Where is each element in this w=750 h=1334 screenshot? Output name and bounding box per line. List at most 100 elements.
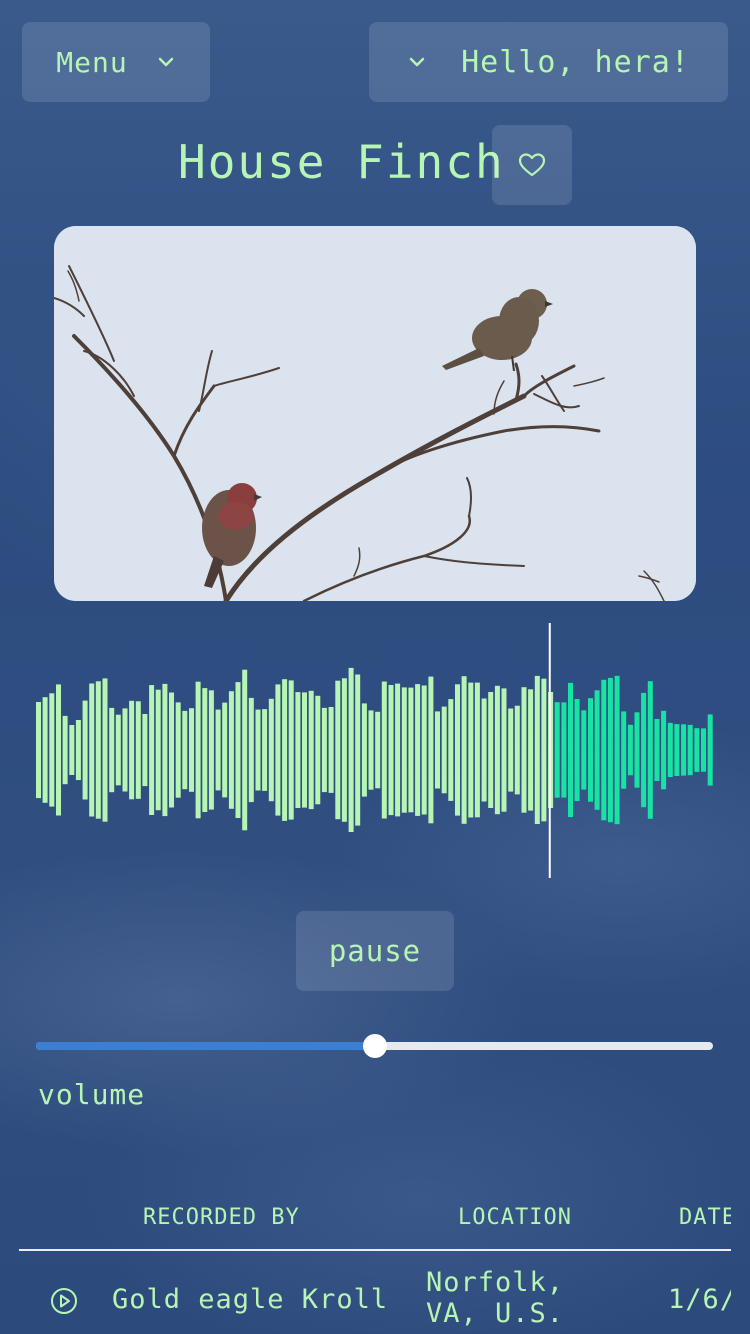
waveform-bar bbox=[474, 682, 480, 818]
waveform-bar bbox=[481, 698, 487, 802]
pause-label: pause bbox=[328, 934, 422, 968]
waveform-bar bbox=[102, 678, 108, 822]
waveform-bar bbox=[435, 711, 440, 789]
waveform-bar bbox=[647, 681, 653, 819]
recordings-table: RECORDED BY LOCATION DATE Gold eagle Kro… bbox=[19, 1205, 731, 1334]
waveform-bar bbox=[694, 728, 700, 772]
waveform-bar bbox=[202, 688, 208, 812]
waveform-bar bbox=[501, 688, 507, 812]
waveform-bar bbox=[654, 719, 660, 781]
volume-label: volume bbox=[38, 1078, 146, 1111]
waveform-bar bbox=[687, 724, 693, 776]
waveform-bar bbox=[401, 687, 407, 813]
heart-icon bbox=[518, 153, 546, 177]
waveform-bar bbox=[109, 707, 115, 793]
waveform-bar bbox=[514, 705, 520, 795]
volume-slider-fill bbox=[36, 1042, 375, 1050]
waveform-bar bbox=[288, 680, 294, 820]
column-header-recorded-by: RECORDED BY bbox=[143, 1205, 300, 1230]
favorite-button[interactable] bbox=[492, 125, 572, 205]
waveform-bar bbox=[195, 681, 201, 819]
waveform-bar bbox=[601, 679, 607, 821]
play-circle-icon[interactable] bbox=[50, 1287, 78, 1315]
waveform-bar bbox=[321, 707, 327, 793]
waveform-bar bbox=[62, 715, 68, 785]
waveform-bar bbox=[129, 700, 135, 800]
recorded-by-cell: Gold eagle Kroll bbox=[112, 1284, 389, 1315]
table-header-divider bbox=[19, 1249, 731, 1251]
waveform-bar bbox=[215, 709, 221, 791]
waveform-bar bbox=[541, 678, 547, 822]
waveform-bar bbox=[248, 697, 254, 803]
waveform-bar bbox=[395, 683, 401, 817]
waveform-bar bbox=[494, 685, 500, 815]
waveform-bar bbox=[235, 682, 241, 818]
waveform-bar bbox=[95, 681, 101, 819]
waveform-bar bbox=[375, 711, 381, 789]
column-header-location: LOCATION bbox=[458, 1205, 572, 1230]
waveform-bar bbox=[302, 692, 307, 808]
waveform-bar bbox=[441, 706, 447, 794]
waveform-bar bbox=[69, 725, 75, 775]
waveform-bar bbox=[468, 682, 474, 818]
waveform-bar bbox=[415, 684, 421, 816]
waveform-bar bbox=[89, 683, 95, 817]
waveform-bar bbox=[268, 698, 274, 802]
waveform-bar bbox=[428, 676, 434, 824]
waveform-bar bbox=[335, 680, 341, 820]
waveform-bar bbox=[328, 707, 334, 793]
waveform-bar bbox=[634, 712, 640, 788]
waveform-bar bbox=[49, 693, 55, 807]
waveform-bar bbox=[82, 700, 88, 800]
volume-slider-thumb[interactable] bbox=[362, 1034, 387, 1058]
waveform-bar bbox=[607, 677, 613, 823]
waveform-bar bbox=[381, 681, 387, 819]
menu-button[interactable]: Menu bbox=[22, 22, 210, 102]
waveform-bar bbox=[135, 701, 141, 799]
waveform-bar bbox=[408, 687, 414, 813]
waveform-bar bbox=[355, 674, 361, 826]
waveform-bar bbox=[594, 690, 600, 810]
user-menu-button[interactable]: Hello, hera! bbox=[369, 22, 728, 102]
waveform-bar bbox=[275, 684, 281, 816]
waveform-bars bbox=[36, 667, 713, 832]
waveform-bar bbox=[701, 728, 706, 772]
waveform-bar bbox=[36, 702, 41, 799]
waveform-bar bbox=[175, 702, 181, 798]
waveform-bar bbox=[295, 692, 301, 808]
waveform-bar bbox=[588, 698, 593, 802]
waveform-bar bbox=[182, 710, 188, 790]
location-cell-line1: Norfolk, bbox=[426, 1267, 565, 1298]
user-greeting: Hello, hera! bbox=[461, 44, 690, 80]
chevron-down-icon bbox=[158, 57, 173, 67]
waveform-bar bbox=[142, 714, 148, 787]
audio-waveform[interactable] bbox=[0, 620, 750, 882]
bird-name-title: House Finch bbox=[178, 135, 505, 189]
waveform-bar bbox=[169, 692, 174, 808]
waveform-bar bbox=[674, 724, 680, 776]
waveform-bar bbox=[56, 684, 61, 816]
waveform-bar bbox=[348, 667, 354, 832]
waveform-bar bbox=[574, 699, 580, 802]
waveform-bar bbox=[122, 708, 128, 792]
waveform-bar bbox=[521, 687, 527, 813]
pause-button[interactable]: pause bbox=[296, 911, 454, 991]
waveform-bar bbox=[461, 676, 467, 824]
bird-photo-illustration bbox=[54, 226, 696, 601]
waveform-bar bbox=[262, 709, 268, 791]
waveform-bar bbox=[581, 710, 587, 790]
waveform-bar bbox=[155, 689, 161, 811]
volume-slider[interactable] bbox=[36, 1034, 713, 1058]
waveform-bar bbox=[222, 702, 228, 798]
menu-label: Menu bbox=[56, 45, 128, 79]
waveform-bar bbox=[189, 708, 194, 792]
waveform-bar bbox=[228, 691, 234, 809]
waveform-bar bbox=[614, 675, 620, 825]
waveform-bar bbox=[455, 684, 460, 816]
waveform-bar bbox=[508, 708, 514, 792]
waveform-bar bbox=[242, 669, 248, 831]
waveform-bar bbox=[162, 683, 168, 817]
waveform-bar bbox=[115, 714, 121, 786]
waveform-bar bbox=[681, 724, 687, 776]
waveform-bar bbox=[627, 724, 633, 776]
